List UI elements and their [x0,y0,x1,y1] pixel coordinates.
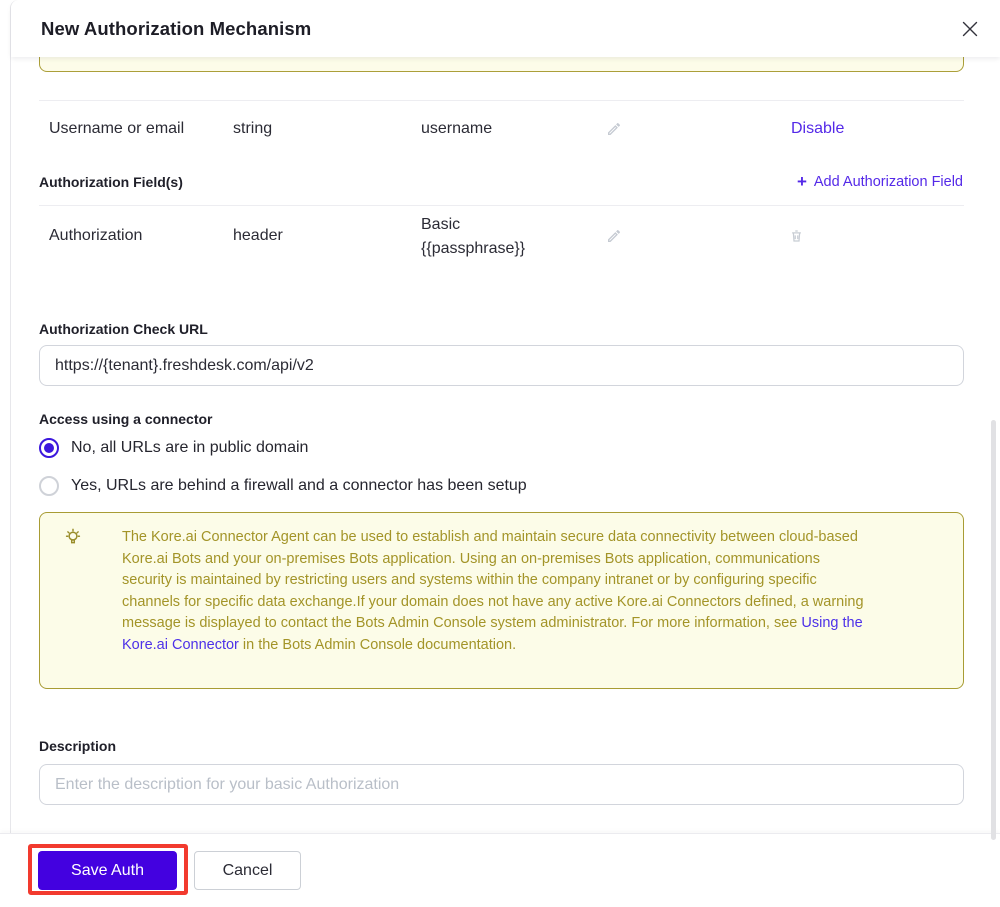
dialog-title: New Authorization Mechanism [41,0,311,57]
edit-pencil-icon[interactable] [606,228,622,244]
save-auth-button[interactable]: Save Auth [38,851,177,890]
vertical-scrollbar-thumb[interactable] [991,420,996,840]
close-icon[interactable] [958,17,982,41]
dialog-header: New Authorization Mechanism [11,0,1000,57]
auth-field-row-authorization: Authorization header Basic {{passphrase}… [39,207,964,267]
auth-field-row-username: Username or email string username Disabl… [39,111,964,147]
radio-icon[interactable] [39,438,59,458]
radio-option-label: No, all URLs are in public domain [71,439,308,457]
note-text-before: The Kore.ai Connector Agent can be used … [122,529,864,631]
disable-link[interactable]: Disable [791,111,844,147]
authorization-check-url-label: Authorization Check URL [39,321,208,337]
dialog-footer: Save Auth Cancel [0,833,1000,907]
add-authorization-field-link[interactable]: + Add Authorization Field [797,172,963,192]
description-label: Description [39,738,116,754]
authorization-fields-label: Authorization Field(s) [39,174,183,190]
cancel-button[interactable]: Cancel [194,851,301,890]
connector-info-note: The Kore.ai Connector Agent can be used … [39,512,964,689]
field-type: string [233,111,272,147]
description-input[interactable] [39,764,964,805]
authorization-check-url-input[interactable] [39,345,964,386]
divider [39,100,964,101]
divider [39,205,964,206]
field-name: Username or email [49,111,184,147]
field-value: username [421,111,492,147]
field-name: Authorization [49,207,142,265]
radio-option-behind-firewall[interactable]: Yes, URLs are behind a firewall and a co… [39,475,527,497]
new-authorization-mechanism-dialog: New Authorization Mechanism Username or … [10,0,1000,907]
radio-option-label: Yes, URLs are behind a firewall and a co… [71,477,527,495]
edit-pencil-icon[interactable] [606,121,622,137]
field-value-line2: {{passphrase}} [421,240,525,258]
add-authorization-field-label: Add Authorization Field [814,174,963,190]
plus-icon: + [797,172,807,191]
access-connector-label: Access using a connector [39,411,213,427]
delete-trash-icon[interactable] [789,228,804,244]
connector-note-text: The Kore.ai Connector Agent can be used … [122,527,867,657]
lightbulb-icon [62,525,84,554]
field-value-line1: Basic [421,216,460,234]
field-type: header [233,207,283,265]
radio-option-public-domain[interactable]: No, all URLs are in public domain [39,437,308,459]
note-text-after: in the Bots Admin Console documentation. [239,637,516,653]
highlighted-field-partial [39,56,964,72]
radio-icon[interactable] [39,476,59,496]
